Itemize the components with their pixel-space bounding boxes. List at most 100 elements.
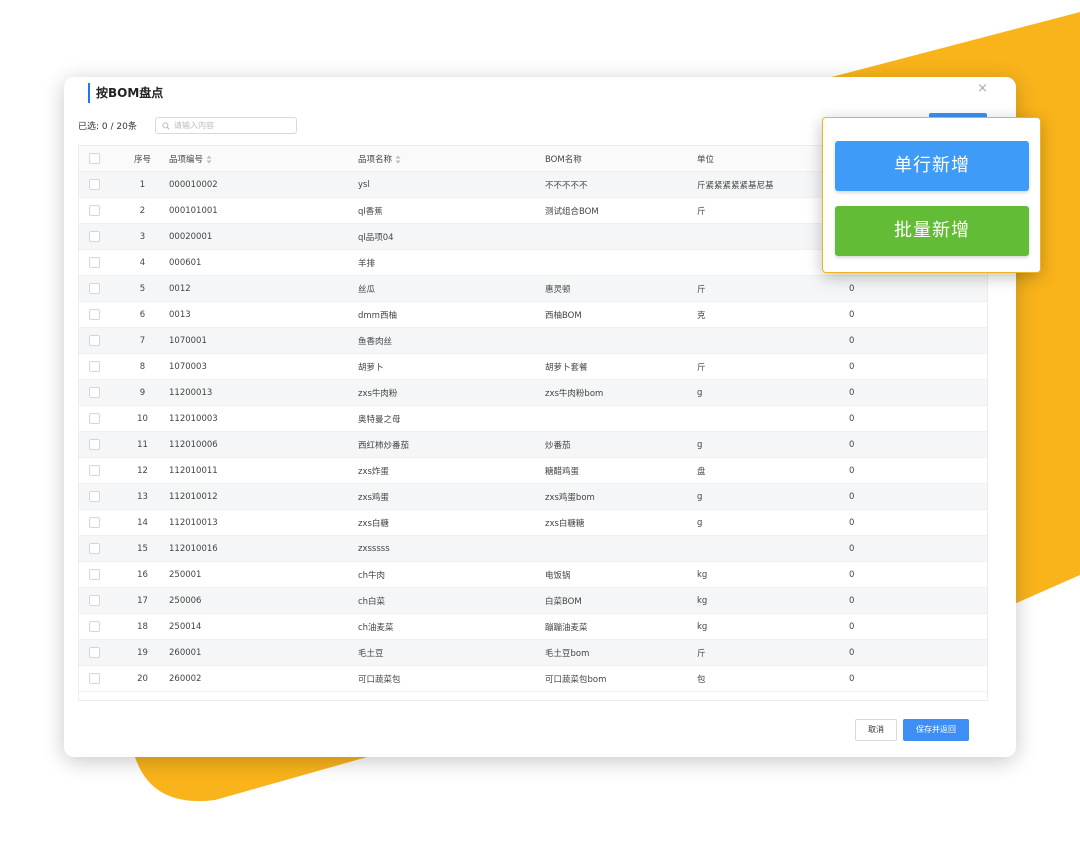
row-qty: 0 bbox=[849, 535, 987, 562]
row-checkbox[interactable] bbox=[89, 387, 100, 398]
row-checkbox[interactable] bbox=[89, 595, 100, 606]
row-index: 14 bbox=[119, 509, 166, 536]
row-checkbox[interactable] bbox=[89, 283, 100, 294]
row-unit: kg bbox=[697, 613, 849, 640]
row-code: 00020001 bbox=[166, 223, 358, 250]
row-checkbox[interactable] bbox=[89, 621, 100, 632]
row-checkbox[interactable] bbox=[89, 647, 100, 658]
row-index: 16 bbox=[119, 561, 166, 588]
table-row[interactable]: 16 250001 ch牛肉 电饭锅 kg 0 bbox=[79, 561, 987, 588]
row-checkbox[interactable] bbox=[89, 673, 100, 684]
table-row[interactable]: 6 0013 dmm西柚 西柚BOM 克 0 bbox=[79, 301, 987, 328]
row-name: zxs鸡蛋 bbox=[358, 483, 545, 510]
select-all-checkbox[interactable] bbox=[89, 153, 100, 164]
table-row[interactable]: 8 1070003 胡萝卜 胡萝卜套餐斤 0 bbox=[79, 353, 987, 380]
row-bom bbox=[545, 249, 697, 276]
row-checkbox[interactable] bbox=[89, 439, 100, 450]
row-checkbox[interactable] bbox=[89, 413, 100, 424]
row-checkbox[interactable] bbox=[89, 543, 100, 554]
row-name: dmm西柚 bbox=[358, 301, 545, 328]
row-qty: 0 bbox=[849, 431, 987, 458]
row-index: 9 bbox=[119, 379, 166, 406]
row-index: 3 bbox=[119, 223, 166, 250]
row-name: zxs炸蛋 bbox=[358, 457, 545, 484]
header-bom: BOM名称 bbox=[545, 146, 697, 172]
batch-add-button[interactable]: 批量新增 bbox=[835, 206, 1029, 256]
row-checkbox[interactable] bbox=[89, 517, 100, 528]
table-row[interactable]: 12 112010011 zxs炸蛋 糖醋鸡蛋盘 0 bbox=[79, 457, 987, 484]
row-code: 260001 bbox=[166, 639, 358, 666]
row-bom: 不不不不不 bbox=[545, 171, 697, 198]
table-row[interactable]: 20 260002 可口蔬菜包 可口蔬菜包bom 包 0 bbox=[79, 665, 987, 692]
row-bom bbox=[545, 535, 697, 562]
row-code: 112010003 bbox=[166, 405, 358, 432]
header-code-label: 品项编号 bbox=[169, 154, 204, 165]
single-add-button[interactable]: 单行新增 bbox=[835, 141, 1029, 191]
row-checkbox[interactable] bbox=[89, 491, 100, 502]
row-checkbox[interactable] bbox=[89, 205, 100, 216]
table-row[interactable]: 5 0012 丝瓜 惠灵顿斤 0 bbox=[79, 275, 987, 302]
row-checkbox[interactable] bbox=[89, 179, 100, 190]
table-row[interactable]: 11 112010006 西红柿炒番茄 炒番茄 g 0 bbox=[79, 431, 987, 458]
cancel-button[interactable]: 取消 bbox=[855, 719, 897, 741]
row-bom bbox=[545, 223, 697, 250]
row-unit bbox=[697, 327, 849, 354]
row-name: 胡萝卜 bbox=[358, 353, 545, 380]
row-unit: 克 bbox=[697, 301, 849, 328]
row-bom: 胡萝卜套餐 bbox=[545, 353, 697, 380]
row-bom: 可口蔬菜包bom bbox=[545, 665, 697, 692]
sort-icon[interactable] bbox=[206, 155, 212, 164]
table-row[interactable]: 9 11200013 zxs牛肉粉 zxs牛肉粉bom g 0 bbox=[79, 379, 987, 406]
row-qty: 0 bbox=[849, 327, 987, 354]
row-checkbox[interactable] bbox=[89, 257, 100, 268]
row-code: 112010016 bbox=[166, 535, 358, 562]
save-and-return-button[interactable]: 保存并返回 bbox=[903, 719, 969, 741]
row-index: 13 bbox=[119, 483, 166, 510]
row-name: zxsssss bbox=[358, 535, 545, 562]
header-name-label: 品项名称 bbox=[358, 154, 393, 165]
row-checkbox[interactable] bbox=[89, 465, 100, 476]
table-row[interactable]: 18 250014 ch油麦菜 蹦蹦油麦菜 kg 0 bbox=[79, 613, 987, 640]
row-name: ch白菜 bbox=[358, 587, 545, 614]
search-field[interactable] bbox=[155, 117, 297, 134]
row-checkbox[interactable] bbox=[89, 361, 100, 372]
row-name: ch牛肉 bbox=[358, 561, 545, 588]
table-row[interactable]: 19 260001 毛土豆 毛土豆bom 斤 0 bbox=[79, 639, 987, 666]
row-code: 000101001 bbox=[166, 197, 358, 224]
row-checkbox[interactable] bbox=[89, 335, 100, 346]
row-checkbox[interactable] bbox=[89, 309, 100, 320]
header-name[interactable]: 品项名称 bbox=[358, 146, 545, 172]
row-qty: 0 bbox=[849, 483, 987, 510]
row-bom: 白菜BOM bbox=[545, 587, 697, 614]
table-row[interactable]: 10 112010003 奥特曼之母 0 bbox=[79, 405, 987, 432]
add-options-popup: 单行新增 批量新增 bbox=[822, 117, 1041, 273]
header-code[interactable]: 品项编号 bbox=[166, 146, 358, 172]
row-index: 6 bbox=[119, 301, 166, 328]
table-row[interactable]: 15 112010016 zxsssss 0 bbox=[79, 535, 987, 562]
sort-icon[interactable] bbox=[395, 155, 401, 164]
row-bom bbox=[545, 405, 697, 432]
row-code: 11200013 bbox=[166, 379, 358, 406]
table-row[interactable]: 13 112010012 zxs鸡蛋 zxs鸡蛋bom g 0 bbox=[79, 483, 987, 510]
row-code: 1070003 bbox=[166, 353, 358, 380]
row-code: 112010006 bbox=[166, 431, 358, 458]
table-row[interactable]: 17 250006 ch白菜 白菜BOM kg 0 bbox=[79, 587, 987, 614]
header-index: 序号 bbox=[119, 146, 166, 172]
close-icon[interactable]: × bbox=[977, 81, 988, 97]
row-index: 5 bbox=[119, 275, 166, 302]
row-name: zxs牛肉粉 bbox=[358, 379, 545, 406]
row-checkbox[interactable] bbox=[89, 569, 100, 580]
row-index: 4 bbox=[119, 249, 166, 276]
row-bom: 蹦蹦油麦菜 bbox=[545, 613, 697, 640]
row-code: 250006 bbox=[166, 587, 358, 614]
row-bom bbox=[545, 327, 697, 354]
row-index: 7 bbox=[119, 327, 166, 354]
row-index: 10 bbox=[119, 405, 166, 432]
row-checkbox[interactable] bbox=[89, 231, 100, 242]
search-input[interactable] bbox=[174, 121, 284, 130]
table-row[interactable]: 14 112010013 zxs白糖 zxs白糖糖 g 0 bbox=[79, 509, 987, 536]
row-qty: 0 bbox=[849, 613, 987, 640]
row-bom: zxs牛肉粉bom bbox=[545, 379, 697, 406]
table-row[interactable]: 7 1070001 鱼香肉丝 0 bbox=[79, 327, 987, 354]
row-index: 20 bbox=[119, 665, 166, 692]
